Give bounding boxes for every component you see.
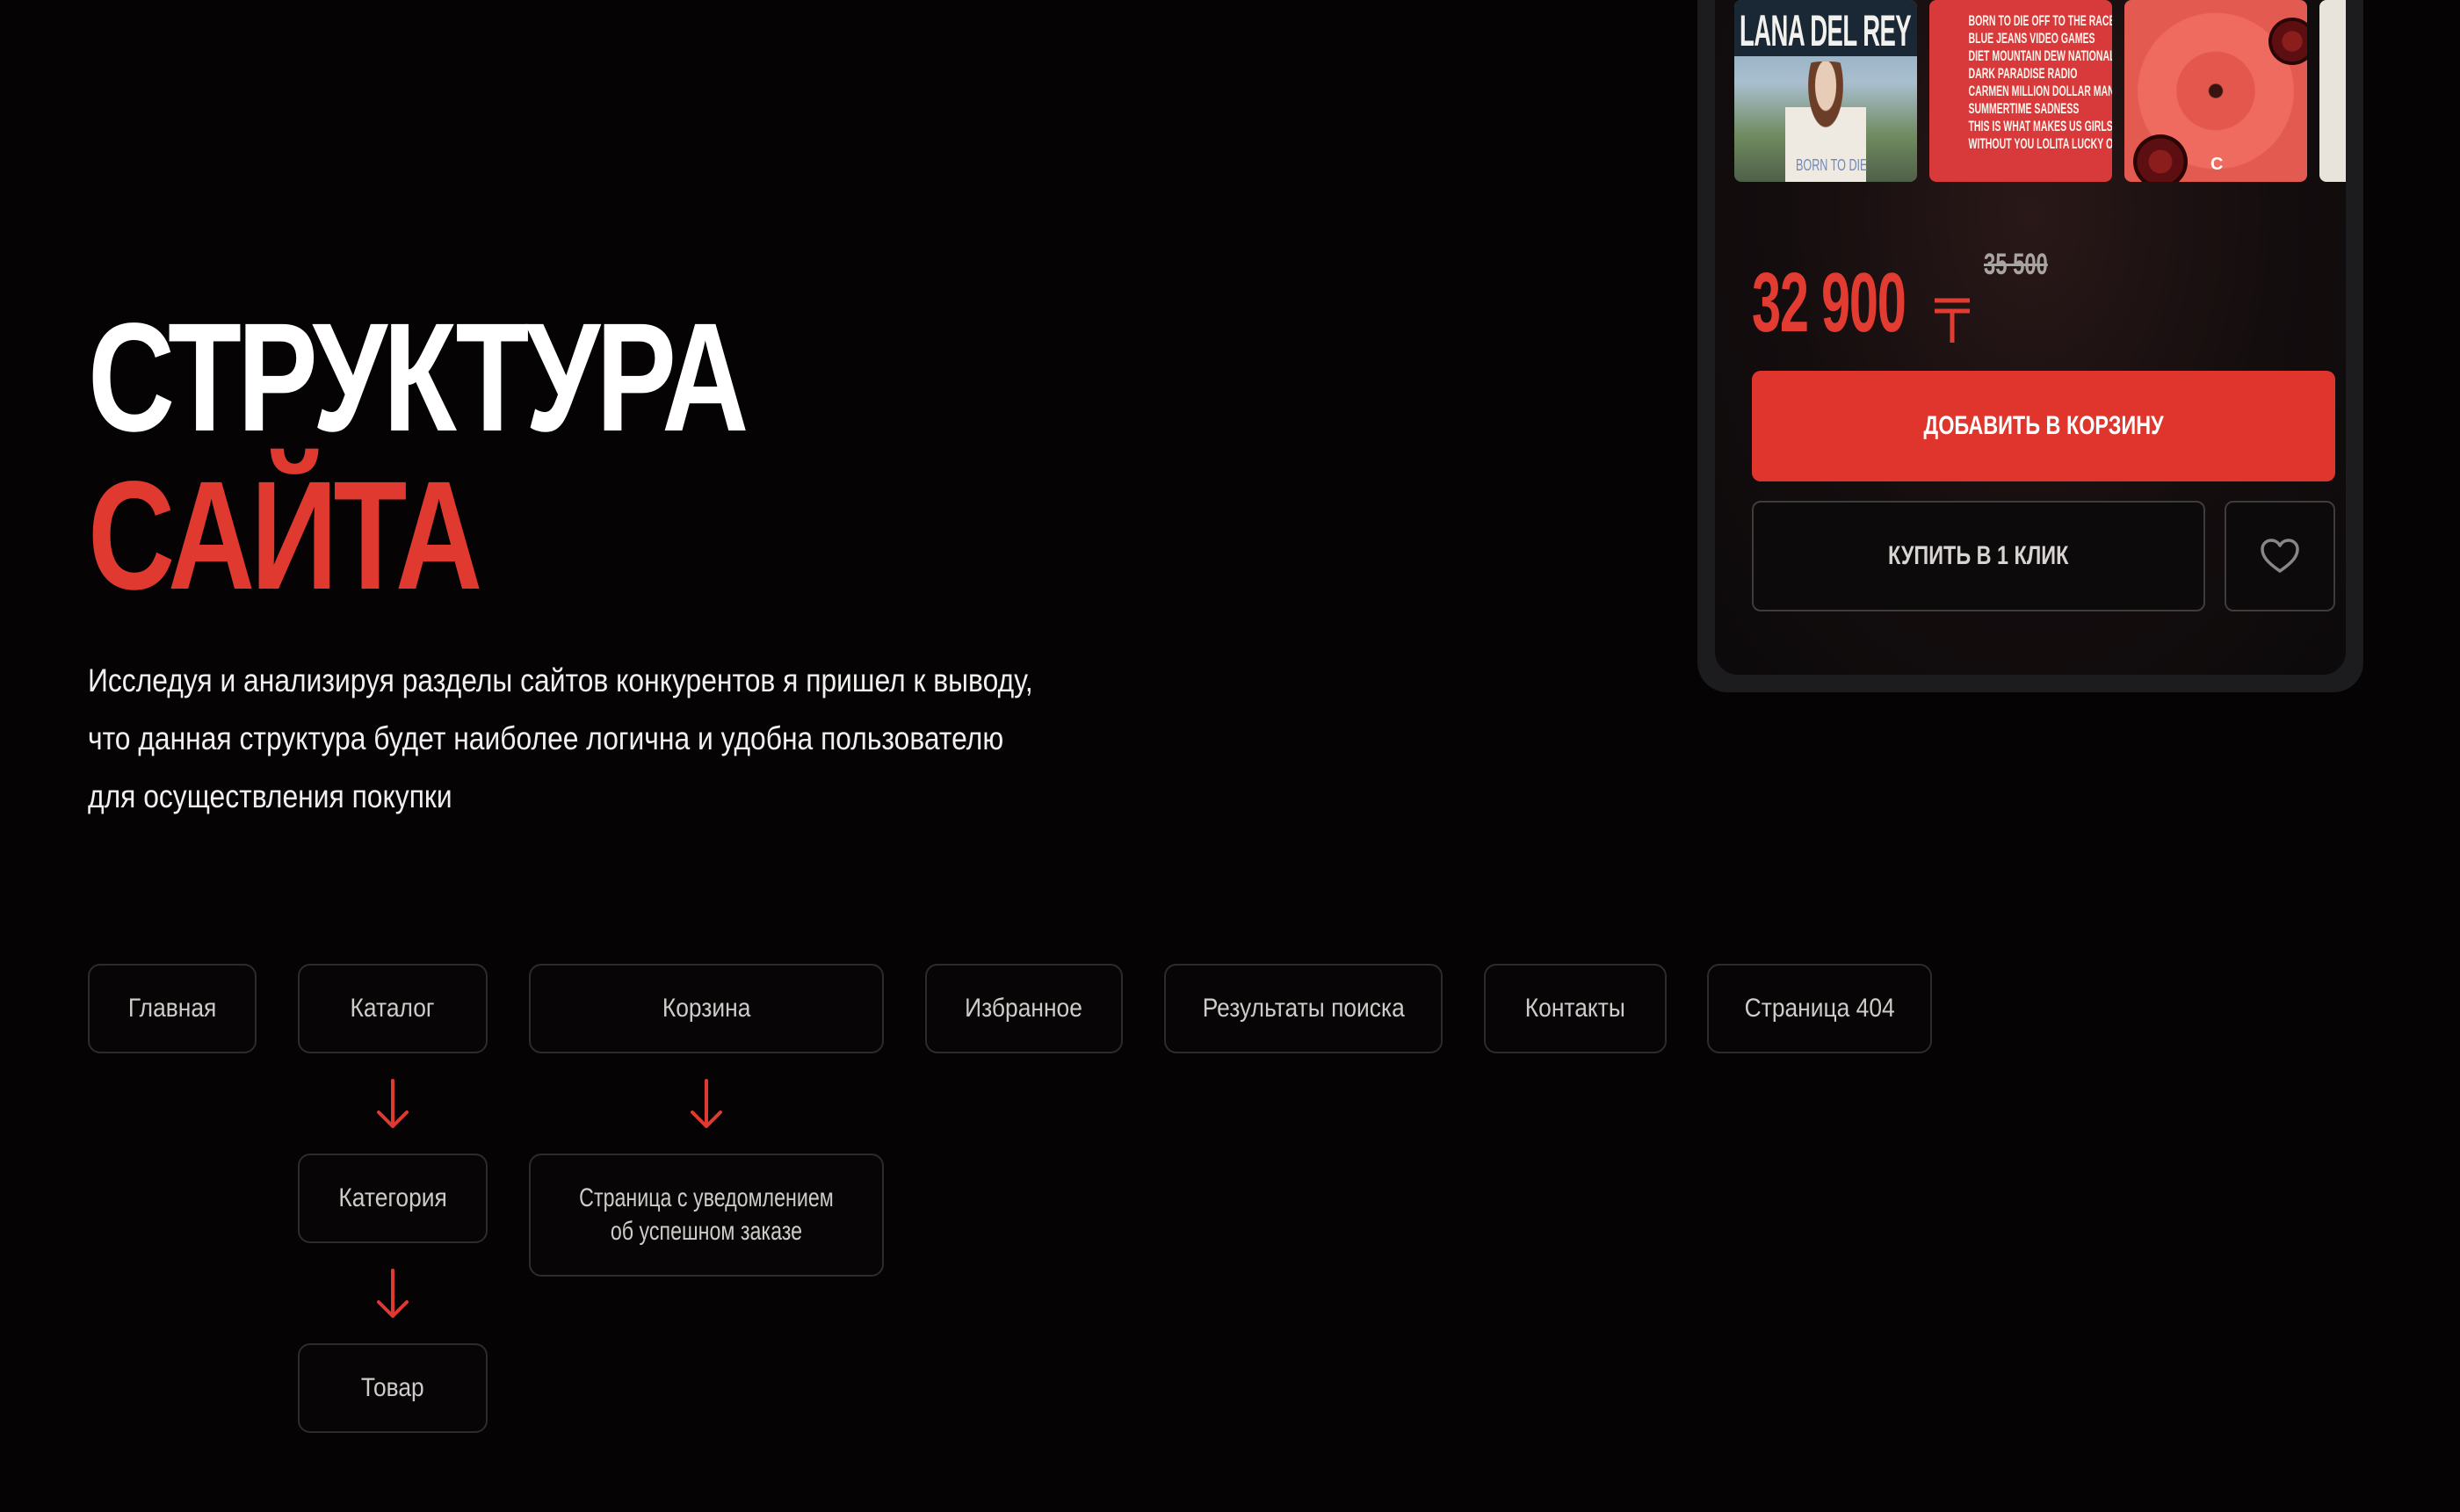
node-favorites: Избранное [925,964,1123,1053]
product-card-screen: LANA DEL REY BORN TO DIE BORN TO DIE OFF… [1715,0,2346,675]
node-favorites-label: Избранное [965,994,1083,1023]
node-category: Категория [298,1154,488,1243]
tracklist-line: DIET MOUNTAIN DEW NATIONAL ANTHEM [1968,47,2112,64]
add-to-cart-button[interactable]: ДОБАВИТЬ В КОРЗИНУ [1752,371,2335,481]
album-cover-partial[interactable] [2319,0,2346,182]
node-order-success-label: Страница с уведомлением об успешном зака… [561,1182,850,1248]
old-price: 35 500 [1984,248,2048,281]
tracklist-line: WITHOUT YOU LOLITA LUCKY ONES [1968,135,2112,152]
tenge-icon [1935,298,1970,343]
node-home: Главная [88,964,257,1053]
heart-icon [2261,539,2299,573]
cover-subtitle: BORN TO DIE [1796,156,1868,174]
node-page404-label: Страница 404 [1744,994,1895,1023]
node-catalog: Каталог [298,964,488,1053]
tracklist-line: SUMMERTIME SADNESS [1968,100,2080,117]
node-category-label: Категория [338,1183,447,1212]
node-page404: Страница 404 [1707,964,1932,1053]
arrow-down-icon [691,1079,722,1128]
node-contacts: Контакты [1484,964,1667,1053]
tracklist-line: BLUE JEANS VIDEO GAMES [1968,30,2095,47]
node-catalog-label: Каталог [351,994,435,1023]
node-order-success-line1: Страница с уведомлением [579,1183,834,1212]
node-product: Товар [298,1343,488,1433]
intro-text: Исследуя и анализируя разделы сайтов кон… [88,652,1033,826]
intro-line: Исследуя и анализируя разделы сайтов кон… [88,662,1033,698]
node-order-success: Страница с уведомлением об успешном зака… [529,1154,884,1277]
album-cover-tracklist[interactable]: BORN TO DIE OFF TO THE RACES BLUE JEANS … [1929,0,2112,182]
rose-icon [2268,18,2307,65]
favorite-button[interactable] [2225,501,2335,611]
page-title: СТРУКТУРА САЙТА [88,292,749,622]
arrow-down-icon [377,1269,409,1318]
page-title-line2: САЙТА [88,450,482,622]
node-home-label: Главная [127,994,217,1023]
cover-artist-title: LANA DEL REY [1740,6,1912,55]
album-cover-born-to-die[interactable]: LANA DEL REY BORN TO DIE [1734,0,1917,182]
tracklist-line: DARK PARADISE RADIO [1968,65,2078,82]
intro-line: что данная структура будет наиболее логи… [88,720,1004,756]
arrow-down-icon [377,1079,409,1128]
node-search: Результаты поиска [1164,964,1443,1053]
tracklist-line: CARMEN MILLION DOLLAR MAN [1968,83,2112,99]
intro-line: для осуществления покупки [88,778,452,814]
product-card: LANA DEL REY BORN TO DIE BORN TO DIE OFF… [1697,0,2363,692]
node-contacts-label: Контакты [1524,994,1626,1023]
page-title-line1: СТРУКТУРА [88,292,749,464]
tracklist-line: THIS IS WHAT MAKES US GIRLS [1968,118,2112,134]
rose-icon [2133,134,2188,182]
product-price: 32 900 [1752,256,1906,350]
node-cart: Корзина [529,964,884,1053]
add-to-cart-label: ДОБАВИТЬ В КОРЗИНУ [1923,411,2164,440]
node-order-success-line2: об успешном заказе [610,1217,803,1246]
buy-one-click-button[interactable]: КУПИТЬ В 1 КЛИК [1752,501,2205,611]
node-product-label: Товар [361,1373,424,1402]
node-cart-label: Корзина [662,994,751,1023]
node-search-label: Результаты поиска [1202,994,1405,1023]
vinyl-label: C [2210,155,2224,174]
tracklist-line: BORN TO DIE OFF TO THE RACES [1968,12,2112,29]
buy-one-click-label: КУПИТЬ В 1 КЛИК [1888,541,2069,570]
album-cover-vinyl[interactable]: C [2124,0,2307,182]
